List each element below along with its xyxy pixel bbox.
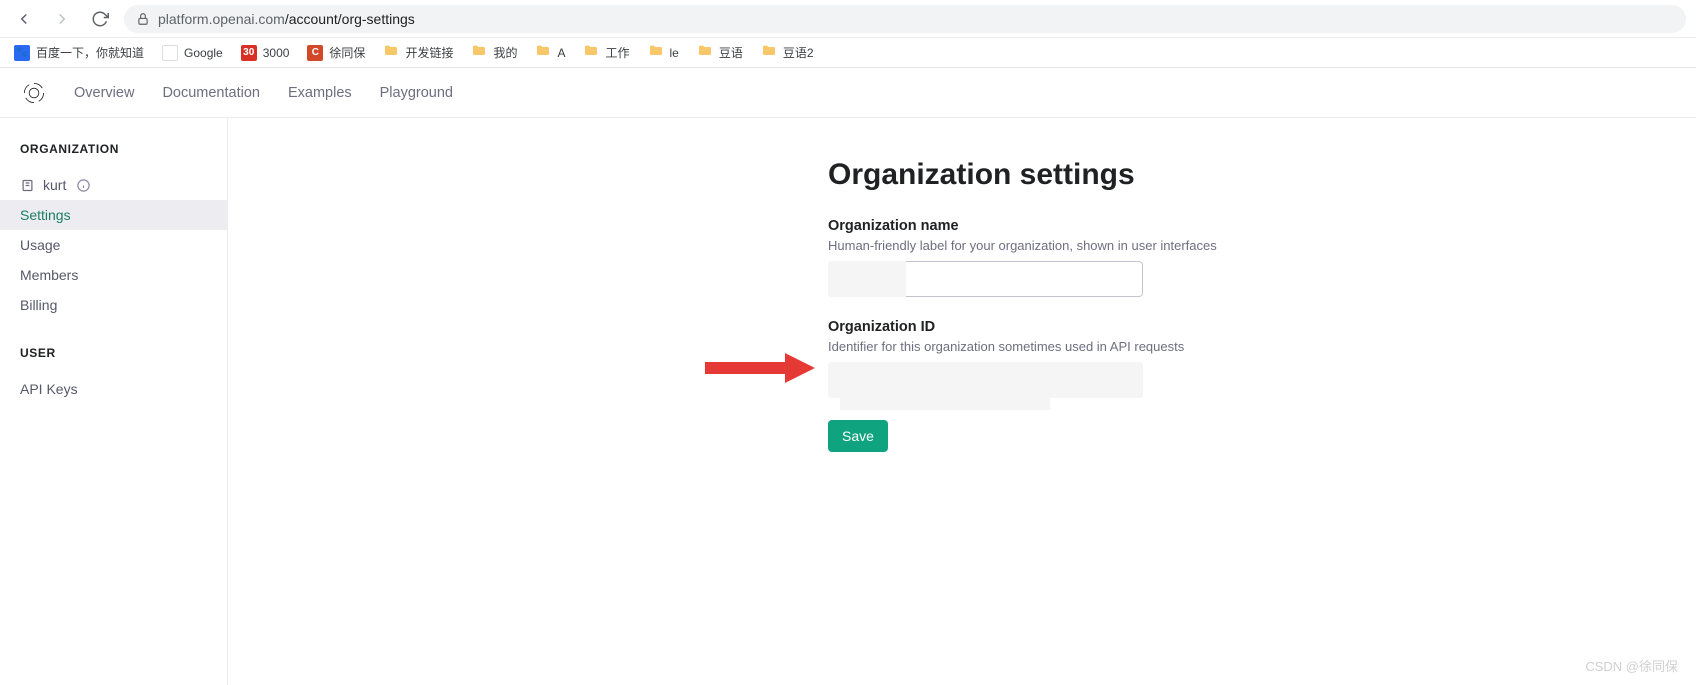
page-title: Organization settings	[828, 158, 1696, 192]
nav-documentation[interactable]: Documentation	[162, 85, 260, 101]
organization-icon	[20, 178, 35, 193]
bookmark-folder-devlinks[interactable]: 开发链接	[383, 43, 453, 62]
forward-button[interactable]	[48, 5, 76, 33]
redaction-overlay	[828, 362, 1143, 398]
info-icon	[76, 178, 91, 193]
sidebar-item-billing[interactable]: Billing	[0, 290, 227, 320]
lock-icon	[136, 12, 150, 26]
bookmark-baidu[interactable]: 🐾百度一下，你就知道	[14, 44, 144, 61]
sidebar-heading-user: USER	[0, 346, 227, 374]
org-name-label: Organization name	[828, 218, 1696, 234]
reload-button[interactable]	[86, 5, 114, 33]
bookmarks-bar: 🐾百度一下，你就知道 GGoogle 303000 C徐同保 开发链接 我的 A…	[0, 38, 1696, 68]
bookmark-folder-work[interactable]: 工作	[583, 43, 629, 62]
nav-playground[interactable]: Playground	[380, 85, 453, 101]
browser-nav-bar: platform.openai.com/account/org-settings	[0, 0, 1696, 38]
org-id-label: Organization ID	[828, 319, 1696, 335]
sidebar-item-api-keys[interactable]: API Keys	[0, 374, 227, 404]
bookmark-google[interactable]: GGoogle	[162, 45, 223, 61]
watermark: CSDN @徐同保	[1585, 656, 1678, 675]
openai-logo-icon[interactable]	[22, 81, 46, 105]
redaction-overlay	[828, 261, 906, 297]
sidebar-org-name: kurt	[43, 177, 66, 193]
bookmark-3000[interactable]: 303000	[241, 45, 290, 61]
bookmark-folder-le[interactable]: le	[648, 43, 679, 62]
sidebar-item-usage[interactable]: Usage	[0, 230, 227, 260]
main-content: Organization settings Organization name …	[228, 118, 1696, 685]
bookmark-xtb[interactable]: C徐同保	[307, 44, 365, 61]
back-button[interactable]	[10, 5, 38, 33]
bookmark-folder-douyu2[interactable]: 豆语2	[761, 43, 814, 62]
app-top-nav: Overview Documentation Examples Playgrou…	[0, 68, 1696, 118]
bookmark-folder-mine[interactable]: 我的	[471, 43, 517, 62]
sidebar: ORGANIZATION kurt Settings Usage Members…	[0, 118, 228, 685]
org-id-desc: Identifier for this organization sometim…	[828, 339, 1696, 354]
sidebar-org-selector[interactable]: kurt	[0, 170, 227, 200]
field-organization-name: Organization name Human-friendly label f…	[828, 218, 1696, 297]
redaction-overlay	[840, 398, 1050, 410]
nav-overview[interactable]: Overview	[74, 85, 134, 101]
sidebar-item-members[interactable]: Members	[0, 260, 227, 290]
field-organization-id: Organization ID Identifier for this orga…	[828, 319, 1696, 398]
sidebar-heading-organization: ORGANIZATION	[0, 142, 227, 170]
bookmark-folder-douyu[interactable]: 豆语	[697, 43, 743, 62]
save-button[interactable]: Save	[828, 420, 888, 452]
annotation-arrow-icon	[700, 343, 820, 393]
address-bar[interactable]: platform.openai.com/account/org-settings	[124, 5, 1686, 33]
nav-examples[interactable]: Examples	[288, 85, 352, 101]
url-text: platform.openai.com/account/org-settings	[158, 11, 415, 27]
bookmark-folder-a[interactable]: A	[535, 43, 565, 62]
org-name-desc: Human-friendly label for your organizati…	[828, 238, 1696, 253]
sidebar-item-settings[interactable]: Settings	[0, 200, 227, 230]
